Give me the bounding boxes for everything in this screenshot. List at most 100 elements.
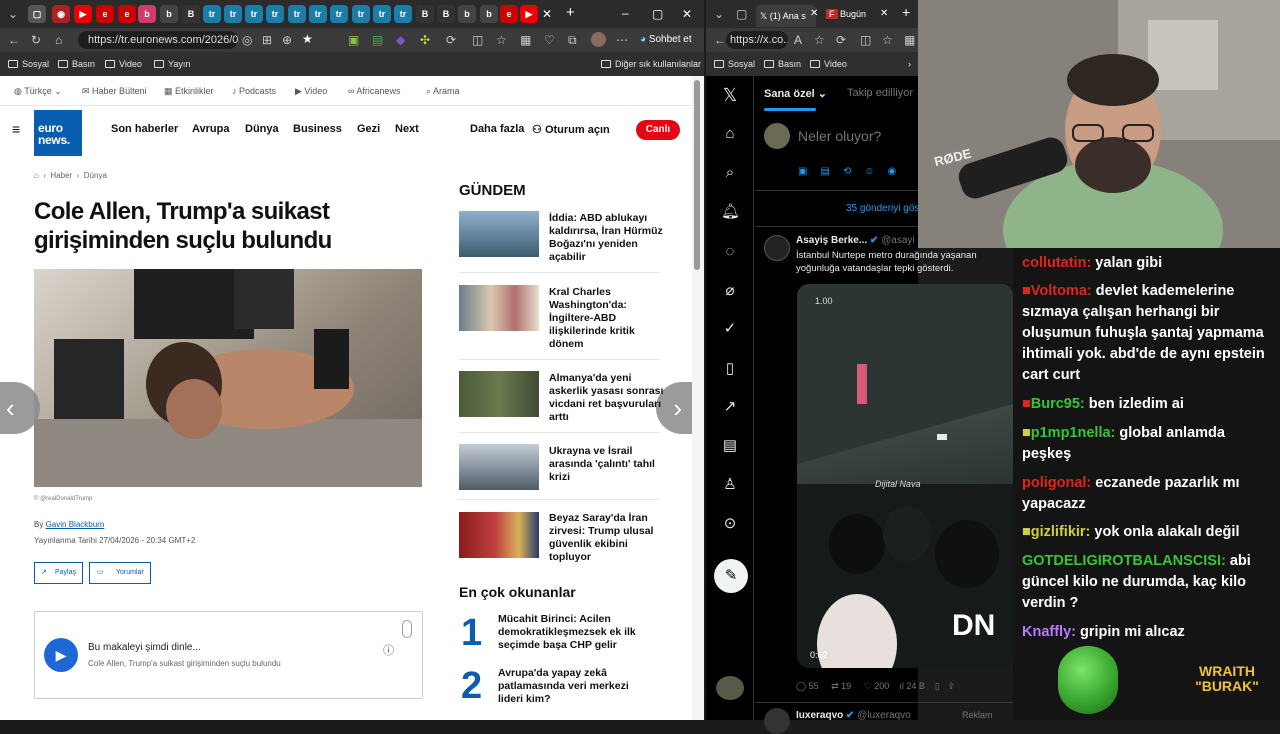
africanews-link[interactable]: ∞ Africanews [348,86,400,96]
live-button[interactable]: Canlı [636,120,680,140]
new-tab-icon[interactable]: + [566,5,575,20]
nav-world[interactable]: Dünya [245,123,279,135]
extension-icon[interactable]: ▤ [372,33,383,47]
share-post-icon[interactable]: ⇪ [947,681,955,691]
close-tab-icon[interactable]: ✕ [810,7,818,21]
bookmark-folder[interactable]: Video [105,57,142,71]
lists-icon[interactable]: ▤ [721,437,739,455]
author-link[interactable]: Gavin Blackburn [46,520,105,529]
screenshot-icon[interactable]: ⧉ [568,33,577,47]
bookmarks-icon[interactable]: ▯ [721,360,739,378]
split-screen-icon[interactable]: ◫ [860,33,871,47]
hamburger-menu-icon[interactable]: ≡ [12,121,20,137]
tab-icon[interactable]: e [96,5,114,23]
bugun-tab[interactable]: F Bugün [826,7,866,21]
bookmark-folder[interactable]: Basın [764,57,801,71]
read-aloud-icon[interactable]: A [794,33,802,47]
breadcrumb-news[interactable]: Haber [50,171,72,180]
tab-icon[interactable]: B [416,5,434,23]
news-title[interactable]: Kral Charles Washington'da: İngiltere-AB… [549,286,667,351]
tab-icon[interactable]: e [500,5,518,23]
tab-for-you[interactable]: Sana özel ⌄ [764,87,827,100]
other-bookmarks[interactable]: Diğer sık kullanılanlar [601,57,701,71]
tab-icon[interactable]: tr [309,5,327,23]
nav-business[interactable]: Business [293,123,342,135]
post-author-avatar[interactable] [764,235,790,261]
premium-icon[interactable]: ✓ [721,320,739,338]
extension-icon[interactable]: ⟳ [836,33,846,47]
messages-icon[interactable]: ◌ [721,243,739,261]
news-title[interactable]: Almanya'da yeni askerlik yasası sonrası … [549,372,667,424]
nav-latest[interactable]: Son haberler [111,123,178,135]
info-icon[interactable]: ⓘ [383,642,394,658]
extension-icon[interactable]: ◆ [396,33,405,47]
bookmark-post-icon[interactable]: ▯ [935,681,940,691]
more-bookmarks-icon[interactable]: › [908,57,911,71]
compose-toolbar-icons[interactable]: ▣▤⟲☺◉ [798,166,909,177]
tab-icon[interactable]: tr [203,5,221,23]
x-tab[interactable]: 𝕏 (1) Ana s [756,5,816,27]
extension-icon[interactable]: ✣ [420,33,430,47]
maximize-icon[interactable]: ▢ [652,7,663,21]
post-video[interactable]: 1.00 Dijital Nava DN 0:02 [797,284,1013,668]
close-tab-icon[interactable]: ✕ [880,7,888,21]
reload-icon[interactable]: ↻ [31,33,41,47]
tab-following[interactable]: Takip edilliyor [847,87,913,99]
video-link[interactable]: ▶ Video [295,86,327,97]
tab-icon[interactable]: b [160,5,178,23]
back-icon[interactable]: ← [714,33,726,47]
home-icon[interactable]: ⌂ [34,171,39,180]
notifications-icon[interactable]: 🔔︎ [721,203,740,221]
show-new-posts[interactable]: 35 gönderiyi gös [846,203,919,214]
tab-actions-icon[interactable]: ⌄ [714,7,724,21]
minimize-icon[interactable]: – [622,6,629,20]
comments-button[interactable]: ▭ Yorumlar [89,562,151,584]
like-button[interactable]: ♡ 200 [864,681,890,691]
events-link[interactable]: ▦ Etkinlikler [164,86,214,97]
next-post-author[interactable]: Iuxeraqvo ✔ @luxeraqvo [796,710,911,721]
news-title[interactable]: Beyaz Saray'da İran zirvesi: Trump ulusa… [549,512,667,564]
tab-icon[interactable]: tr [288,5,306,23]
copilot-button[interactable]: ◕ Sohbet et [640,33,692,47]
bookmark-folder[interactable]: Sosyal [8,57,49,71]
home-icon[interactable]: ⌂ [721,125,739,143]
tab-icon[interactable]: tr [394,5,412,23]
favorite-star-icon[interactable]: ★ [302,32,313,46]
reply-button[interactable]: ◯ 55 [796,681,819,691]
close-window-icon[interactable]: ✕ [682,7,692,21]
bookmark-folder[interactable]: Video [810,57,847,71]
post-author[interactable]: Asayiş Berke... ✔ @asayi [796,235,915,246]
search-icon[interactable]: ⌕ [721,164,739,182]
tab-icon[interactable]: tr [224,5,242,23]
close-tab-icon[interactable]: ✕ [542,7,552,21]
next-post-avatar[interactable] [764,708,790,734]
favorites-icon[interactable]: ☆ [496,33,507,47]
tab-icon[interactable]: tr [373,5,391,23]
collections-icon[interactable]: ▦ [904,33,915,47]
tab-icon[interactable]: tr [352,5,370,23]
login-link[interactable]: ⚇ Oturum açın [532,123,610,136]
search-link[interactable]: ⌕ Arama [426,86,460,97]
bookmark-folder[interactable]: Sosyal [714,57,755,71]
tab-icon[interactable]: b [458,5,476,23]
tab-icon[interactable]: B [437,5,455,23]
most-read-title[interactable]: Mücahit Birinci: Acilen demokratikleşmez… [498,613,648,652]
refresh-ext-icon[interactable]: ⟳ [446,33,456,47]
favorites-icon[interactable]: ☆ [882,33,893,47]
news-thumb[interactable] [459,285,539,331]
youtube-tab-icon[interactable]: ▶ [520,5,538,23]
back-icon[interactable]: ← [8,33,20,47]
post-compose-icon[interactable]: ✎ [714,559,748,593]
home-icon[interactable]: ⌂ [55,33,62,47]
breadcrumb-world[interactable]: Dünya [84,171,107,180]
extension-icon[interactable]: ▣ [348,33,359,47]
language-select[interactable]: ◍ Türkçe ⌄ [14,86,62,97]
news-thumb[interactable] [459,512,539,558]
news-title[interactable]: İddia: ABD ablukayı kaldırırsa, İran Hür… [549,212,667,264]
translate-icon[interactable]: ⊕ [282,33,292,47]
tab-icon[interactable]: b [480,5,498,23]
most-read-title[interactable]: Avrupa'da yapay zekâ patlamasında veri m… [498,667,648,706]
account-avatar[interactable] [716,676,744,700]
rocket-icon[interactable]: ↗ [721,398,739,416]
play-audio-button[interactable]: ▶ [44,638,78,672]
